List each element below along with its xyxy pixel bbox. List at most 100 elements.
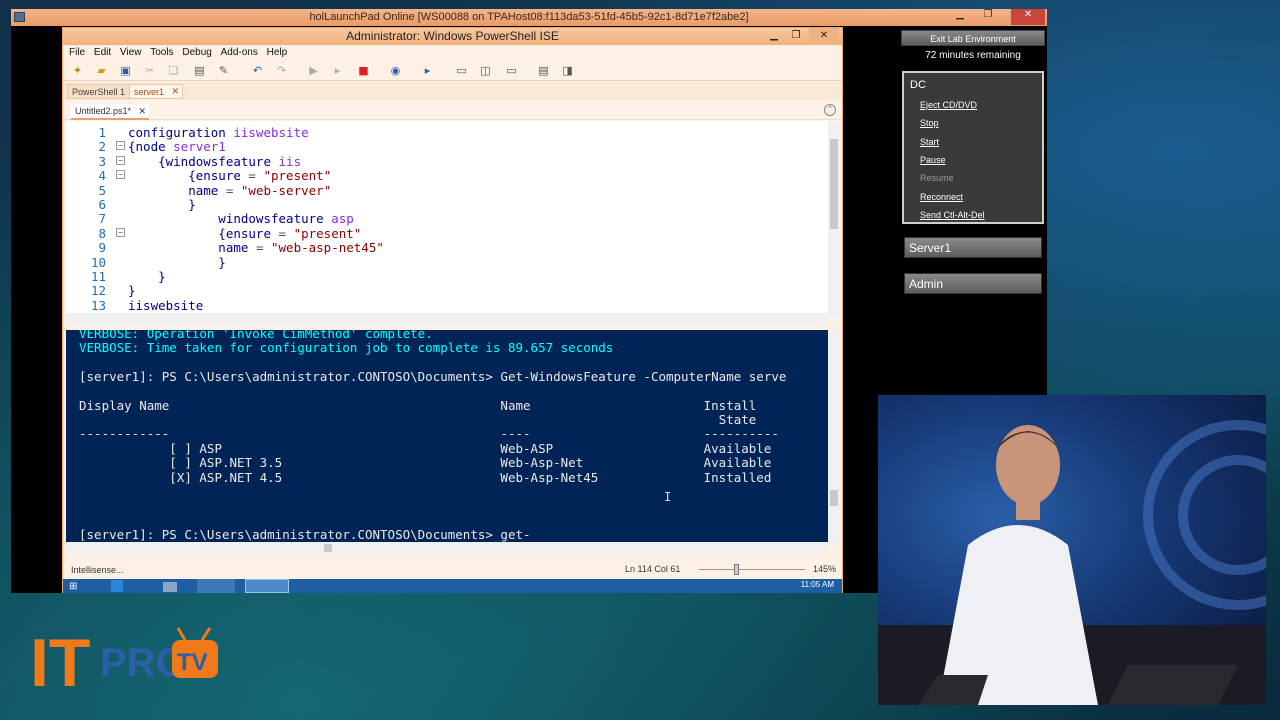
clear-console-icon[interactable]: ✎: [217, 64, 230, 77]
ise-minimize-icon[interactable]: ▁: [763, 28, 785, 43]
script-code: {ensure = "present": [128, 168, 332, 184]
text-cursor-icon: I: [664, 490, 672, 504]
restore-icon[interactable]: ❐: [975, 9, 1001, 24]
editor-scroll-thumb[interactable]: [830, 139, 838, 229]
console-line: ------------ ---- ----------: [79, 426, 779, 442]
ise-close-icon[interactable]: ✕: [809, 28, 839, 43]
line-number: 7: [98, 211, 106, 227]
show-addon-icon[interactable]: ◨: [561, 64, 574, 77]
minimize-icon[interactable]: ▁: [947, 9, 973, 24]
console-line: Display Name Name Install: [79, 397, 757, 413]
vm-admin-button[interactable]: Admin: [904, 273, 1042, 294]
remote-tab-icon[interactable]: ◉: [389, 64, 402, 77]
script-code: iiswebsite: [128, 297, 204, 313]
run-selection-icon[interactable]: ▸: [331, 64, 344, 77]
remote-window-titlebar: holLaunchPad Online [WS00088 on TPAHost0…: [11, 9, 1047, 26]
ise-title: Administrator: Windows PowerShell ISE: [346, 29, 559, 43]
menu-bar: File Edit View Tools Debug Add-ons Help: [63, 45, 842, 61]
undo-icon[interactable]: ↶: [251, 64, 264, 77]
fold-toggle-icon[interactable]: −: [116, 170, 125, 180]
save-icon[interactable]: ▣: [119, 64, 132, 77]
tab-powershell-1[interactable]: PowerShell 1: [67, 84, 131, 99]
stop-icon[interactable]: ■: [357, 64, 370, 77]
console-line: [server1]: PS C:\Users\administrator.CON…: [79, 526, 531, 542]
close-file-icon[interactable]: ✕: [139, 106, 147, 117]
console-line: State: [79, 412, 757, 428]
script-code: configuration iiswebsite: [128, 125, 309, 140]
exit-lab-button[interactable]: Exit Lab Environment: [901, 30, 1045, 46]
show-commands-icon[interactable]: ▤: [537, 64, 550, 77]
toolbar: ✦ ▰ ▣ ✂ ❏ ▤ ✎ ↶ ↷ ▶ ▸ ■ ◉ ▸ ▭ ◫ ▭ ▤ ◨: [63, 61, 842, 81]
zoom-slider[interactable]: [699, 564, 805, 575]
menu-help[interactable]: Help: [267, 47, 288, 58]
zoom-slider-thumb[interactable]: [734, 564, 740, 575]
script-code: {node server1: [128, 139, 226, 155]
console-line: [X] ASP.NET 4.5 Web-Asp-Net45 Installed: [79, 469, 772, 485]
powershell-ise-window: Administrator: Windows PowerShell ISE ▁ …: [62, 27, 843, 593]
paste-icon[interactable]: ▤: [193, 64, 206, 77]
fold-toggle-icon[interactable]: −: [116, 227, 125, 237]
fold-toggle-icon[interactable]: −: [116, 141, 125, 151]
logo-it-text: IT: [30, 625, 90, 692]
file-tabs: Untitled2.ps1* ✕ ⌃: [63, 102, 842, 120]
zoom-level: 145%: [813, 564, 837, 574]
menu-addons[interactable]: Add-ons: [221, 47, 258, 58]
menu-view[interactable]: View: [120, 47, 142, 58]
powershell-icon[interactable]: ▸: [421, 64, 434, 77]
layout-max-icon[interactable]: ▭: [505, 64, 518, 77]
dc-action-reconnect[interactable]: Reconnect: [920, 192, 963, 202]
collapse-script-pane-icon[interactable]: ⌃: [824, 104, 836, 116]
ise-restore-icon[interactable]: ❐: [785, 28, 807, 43]
dc-action-stop[interactable]: Stop: [920, 118, 939, 128]
powershell-taskbar-icon[interactable]: [163, 582, 177, 592]
redo-icon[interactable]: ↷: [275, 64, 288, 77]
dc-action-start[interactable]: Start: [920, 137, 939, 147]
script-code: {windowsfeature iis: [128, 153, 302, 169]
file-tab-label: Untitled2.ps1*: [75, 106, 132, 116]
start-icon[interactable]: ⊞: [69, 581, 77, 592]
console-line: VERBOSE: Time taken for configuration jo…: [79, 340, 614, 356]
console-line: VERBOSE: Operation 'Invoke CimMethod' co…: [79, 330, 433, 341]
cursor-position: Ln 114 Col 61: [625, 564, 681, 574]
ise-titlebar: Administrator: Windows PowerShell ISE ▁ …: [63, 28, 842, 45]
menu-debug[interactable]: Debug: [182, 47, 211, 58]
dc-vm-panel: DC Eject CD/DVD Stop Start Pause Resume Recon…: [902, 71, 1044, 224]
dc-action-send-ctl-alt-del[interactable]: Send Ctl-Alt-Del: [920, 210, 985, 220]
open-icon[interactable]: ▰: [95, 64, 108, 77]
run-icon[interactable]: ▶: [307, 64, 320, 77]
tab-server1[interactable]: server1 ✕: [129, 84, 184, 99]
script-code: }: [128, 269, 166, 284]
close-icon[interactable]: ✕: [1011, 9, 1045, 25]
vm-server1-button[interactable]: Server1: [904, 237, 1042, 258]
taskbar-clock: 11:05 AM: [800, 580, 834, 589]
console-hscroll-thumb[interactable]: [324, 544, 332, 552]
script-editor[interactable]: 1 configuration iiswebsite 2− {node server1…: [66, 121, 840, 319]
layout-right-icon[interactable]: ◫: [479, 64, 492, 77]
close-tab-icon[interactable]: ✕: [171, 86, 179, 97]
console-vertical-scrollbar[interactable]: [828, 330, 840, 542]
new-script-icon[interactable]: ✦: [71, 64, 84, 77]
ise-taskbar-icon[interactable]: [245, 579, 289, 593]
copy-icon[interactable]: ❏: [167, 64, 180, 77]
fold-toggle-icon[interactable]: −: [116, 155, 125, 165]
explorer-taskbar-icon[interactable]: [197, 579, 235, 593]
menu-edit[interactable]: Edit: [94, 47, 111, 58]
line-number: 12: [90, 283, 106, 299]
dc-action-pause[interactable]: Pause: [920, 155, 946, 165]
tab-server1-label: server1: [134, 87, 165, 97]
cut-icon[interactable]: ✂: [143, 64, 156, 77]
editor-horizontal-scrollbar[interactable]: [66, 313, 828, 325]
server-manager-icon[interactable]: [111, 580, 123, 592]
menu-file[interactable]: File: [69, 47, 85, 58]
line-number: 2: [98, 139, 106, 155]
console-horizontal-scrollbar[interactable]: [66, 542, 828, 554]
editor-vertical-scrollbar[interactable]: [828, 121, 840, 319]
tab-untitled2[interactable]: Untitled2.ps1* ✕: [71, 104, 150, 120]
itprotv-logo: IT PRO TV: [30, 618, 220, 701]
menu-tools[interactable]: Tools: [150, 47, 173, 58]
console-pane[interactable]: VERBOSE: Operation 'Invoke CimMethod' co…: [66, 330, 828, 542]
presenter-video-image: [878, 420, 1266, 705]
dc-action-eject-cd-dvd[interactable]: Eject CD/DVD: [920, 100, 977, 110]
layout-top-icon[interactable]: ▭: [455, 64, 468, 77]
console-scroll-thumb[interactable]: [830, 490, 838, 506]
